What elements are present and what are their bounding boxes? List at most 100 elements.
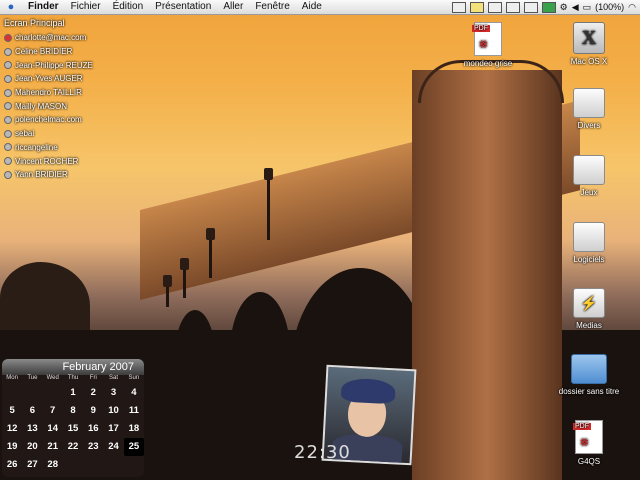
- calendar-day: 15: [67, 423, 79, 434]
- calendar-day: [2, 384, 22, 402]
- calendar-day: 23: [87, 441, 99, 452]
- buddy-item[interactable]: Mailly MASON: [4, 99, 93, 113]
- calendar-day: 21: [47, 441, 58, 452]
- buddy-name: Mahendro TAILLIR: [15, 88, 82, 98]
- network-monitor-icon[interactable]: [451, 1, 466, 13]
- menu-aller[interactable]: Aller: [217, 0, 249, 14]
- desktop-icon-medias[interactable]: ⚡ Medias: [554, 288, 624, 330]
- calendar-day: 17: [108, 423, 119, 434]
- desktop-icon-label: G4QS: [577, 457, 601, 466]
- cpu-monitor-icon[interactable]: [523, 1, 538, 13]
- buddy-item[interactable]: charlotte@mac.com: [4, 31, 93, 45]
- status-dot-icon: [4, 33, 12, 42]
- status-dot-icon: [4, 102, 12, 111]
- street-lamp: [180, 258, 189, 298]
- calendar-day-grid: 1 2 3 4 5 6 7 8 9 10 11 12 13 14 15 16 1…: [2, 384, 144, 474]
- desktop-icon-logiciels[interactable]: Logiciels: [554, 222, 624, 264]
- status-dot-icon: [4, 88, 12, 97]
- status-dot-icon: [4, 143, 12, 152]
- buddy-item[interactable]: riccangeline: [4, 141, 93, 155]
- disk-icon: [573, 222, 605, 252]
- desktop-icon-mondeo-grise[interactable]: PDF ⨳ mondeo grise: [453, 22, 523, 68]
- menu-finder[interactable]: Finder: [22, 0, 65, 14]
- calendar-day: 2: [90, 387, 96, 398]
- activity-icon[interactable]: [541, 1, 556, 13]
- calendar-day: 6: [29, 405, 36, 416]
- calendar-month-title: February 2007: [2, 359, 144, 375]
- buddy-item[interactable]: Celine BRIDIER: [4, 45, 93, 59]
- calendar-day: 16: [87, 423, 99, 434]
- weekday-label: Tue: [27, 375, 38, 381]
- folder-icon: [571, 354, 607, 384]
- menu-presentation[interactable]: Présentation: [149, 0, 217, 14]
- calendar-day: [124, 456, 144, 474]
- gear-icon[interactable]: ⚙: [560, 2, 568, 13]
- buddy-list-widget: Ecran Principal charlotte@mac.com Celine…: [4, 18, 93, 182]
- desktop-icon-label: Mac OS X: [570, 57, 608, 66]
- weekday-label: Sat: [109, 375, 119, 381]
- calendar-day: 11: [128, 405, 139, 416]
- calendar-day: 26: [6, 459, 18, 470]
- desktop-icon-dossier-sans-titre[interactable]: dossier sans titre: [554, 354, 624, 396]
- buddy-item[interactable]: Mahendro TAILLIR: [4, 86, 93, 100]
- pdf-tag: PDF: [472, 25, 490, 32]
- notes-icon[interactable]: [469, 1, 484, 13]
- spaces-icon[interactable]: [487, 1, 502, 13]
- calendar-day: 9: [90, 405, 96, 416]
- volume-icon[interactable]: ◀: [572, 2, 579, 13]
- pdf-document-icon: PDF ⨳: [573, 420, 603, 454]
- calendar-widget[interactable]: February 2007 Mon Tue Wed Thu Fri Sat Su…: [2, 359, 144, 477]
- calendar-day-today: 25: [123, 438, 144, 456]
- buddy-item[interactable]: Jean-Philippe REUZE: [4, 58, 93, 72]
- buddy-item[interactable]: sebai: [4, 127, 93, 141]
- calendar-day: [83, 456, 103, 474]
- photo-hat: [340, 377, 396, 405]
- street-lamp: [163, 275, 172, 307]
- buddy-item[interactable]: polenchelmac.com: [4, 113, 93, 127]
- usb-disk-icon: ⚡: [573, 288, 605, 318]
- clock-widget[interactable]: 22:30: [294, 442, 351, 463]
- calendar-day: 4: [131, 387, 137, 398]
- pdf-document-icon: PDF ⨳: [472, 22, 502, 56]
- weekday-label: Sun: [128, 375, 140, 381]
- buddy-item[interactable]: Jean-Yves AUGER: [4, 72, 93, 86]
- buddy-name: polenchelmac.com: [15, 115, 82, 125]
- buddy-name: Mailly MASON: [15, 101, 68, 111]
- buddy-name: Yann BRIDIER: [15, 170, 68, 180]
- buddy-name: Vincent ROCHER: [15, 156, 79, 166]
- desktop-icon-divers[interactable]: Divers: [554, 88, 624, 130]
- disk-icon: [573, 155, 605, 185]
- buddy-item[interactable]: Yann BRIDIER: [4, 168, 93, 182]
- buddy-name: Celine BRIDIER: [15, 47, 73, 57]
- desktop-icon-g4qs[interactable]: PDF ⨳ G4QS: [554, 420, 624, 466]
- desktop-icon-label: Logiciels: [573, 255, 605, 264]
- buddy-list-header: Ecran Principal: [4, 18, 65, 28]
- desktop-icon-label: mondeo grise: [463, 59, 513, 68]
- status-dot-icon: [4, 129, 12, 138]
- street-lamp: [264, 168, 273, 240]
- calendar-day: 10: [108, 405, 119, 416]
- buddy-item[interactable]: Vincent ROCHER: [4, 154, 93, 168]
- desktop-icon-label: dossier sans titre: [558, 387, 620, 396]
- menu-aide[interactable]: Aide: [296, 0, 328, 14]
- menu-bar: ● Finder Fichier Édition Présentation Al…: [0, 0, 640, 15]
- calendar-day: 7: [50, 405, 56, 416]
- apple-menu-icon[interactable]: ●: [0, 1, 22, 13]
- window-icon[interactable]: [505, 1, 520, 13]
- desktop-icon-mac-os-x[interactable]: X Mac OS X: [554, 22, 624, 66]
- calendar-weekday-row: Mon Tue Wed Thu Fri Sat Sun: [2, 375, 144, 384]
- status-dot-icon: [4, 170, 12, 179]
- menu-edition[interactable]: Édition: [107, 0, 150, 14]
- menu-extras: ⚙ ◀ ▭ (100%) ◠: [451, 0, 636, 14]
- battery-icon[interactable]: ▭: [583, 2, 592, 13]
- desktop-icon-jeux[interactable]: Jeux: [554, 155, 624, 197]
- wifi-icon[interactable]: ◠: [628, 2, 636, 13]
- status-dot-icon: [4, 115, 12, 124]
- menu-fichier[interactable]: Fichier: [65, 0, 107, 14]
- weekday-label: Wed: [46, 375, 59, 381]
- hard-disk-icon: X: [573, 22, 605, 54]
- calendar-day: 13: [27, 423, 38, 434]
- calendar-day: 27: [27, 459, 38, 470]
- menu-fenetre[interactable]: Fenêtre: [249, 0, 295, 14]
- calendar-day: 19: [6, 441, 18, 452]
